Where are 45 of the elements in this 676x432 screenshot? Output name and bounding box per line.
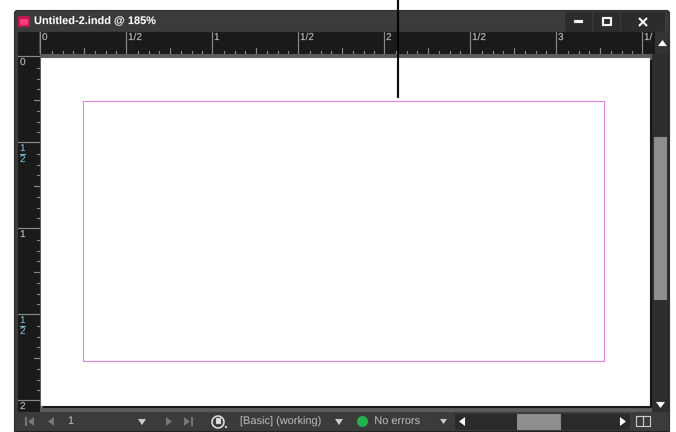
caret-icon[interactable] <box>440 419 448 424</box>
right-arrow-icon[interactable] <box>620 417 626 426</box>
window-title: Untitled-2.indd @ 185% <box>34 14 156 30</box>
ruler-label: 1 <box>20 144 26 155</box>
minimize-button[interactable] <box>565 12 592 32</box>
first-page-icon[interactable] <box>25 417 34 426</box>
scroll-thumb[interactable] <box>654 137 667 300</box>
horizontal-scrollbar[interactable] <box>455 414 630 430</box>
ruler-label: 3 <box>558 33 564 43</box>
last-page-icon[interactable] <box>184 417 193 426</box>
ruler-label: 0 <box>20 58 26 68</box>
caret-icon[interactable] <box>138 418 146 424</box>
ruler-label: 1/2 <box>472 33 486 43</box>
up-arrow-icon <box>658 40 666 46</box>
page-number-field[interactable]: 1 <box>68 413 138 430</box>
ruler-label: 2 <box>20 155 26 165</box>
caret-icon[interactable] <box>335 418 344 424</box>
ruler-label: 1 <box>20 316 26 327</box>
ruler-label: 2 <box>386 33 392 43</box>
ruler-label: 1 <box>214 33 220 43</box>
next-page-icon[interactable] <box>166 417 172 426</box>
ruler-label: 1/2 <box>128 33 142 43</box>
split-view-icon[interactable] <box>636 416 652 427</box>
status-dot-icon <box>357 416 368 427</box>
left-arrow-icon[interactable] <box>459 417 466 426</box>
ruler-label: 2 <box>20 327 26 337</box>
ruler-label: 2 <box>20 402 26 412</box>
ruler-label: 1/ <box>644 33 652 43</box>
preflight-profile[interactable]: [Basic] (working) <box>240 413 322 430</box>
close-icon <box>638 16 648 26</box>
ruler-label: 1 <box>20 230 26 240</box>
preflight-icon[interactable] <box>211 414 228 428</box>
scroll-thumb[interactable] <box>517 414 562 430</box>
down-arrow-icon <box>656 402 665 408</box>
ruler-label: 0 <box>42 33 48 43</box>
scroll-up-button[interactable] <box>655 32 669 54</box>
maximize-button[interactable] <box>593 12 620 32</box>
minimize-icon <box>574 20 583 23</box>
vertical-scrollbar[interactable] <box>652 54 669 412</box>
ruler-label: 1/2 <box>300 33 314 43</box>
preflight-status[interactable]: No errors <box>374 413 420 430</box>
close-button[interactable] <box>621 12 665 32</box>
previous-page-icon[interactable] <box>48 417 54 426</box>
document-icon <box>18 16 30 27</box>
maximize-icon <box>602 17 612 26</box>
